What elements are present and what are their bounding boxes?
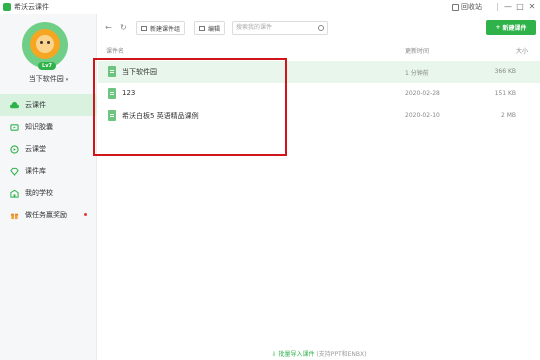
lion-eye [40, 41, 43, 44]
plus-icon: + [495, 24, 501, 31]
search-input[interactable]: 搜索我的课件 [232, 21, 328, 35]
sidebar: Lv7 当下软件园 ▾ 云课件 知识胶囊 云课堂 课件库 我的学校 做任务赢奖励 [0, 14, 97, 360]
search-placeholder: 搜索我的课件 [236, 24, 273, 31]
sidebar-item-label: 云课件 [25, 101, 46, 109]
file-size: 366 KB [494, 68, 516, 75]
new-folder-button[interactable]: 新建课件组 [136, 21, 186, 35]
sidebar-item-tasks-rewards[interactable]: 做任务赢奖励 [0, 204, 97, 226]
app-title: 希沃云课件 [14, 3, 49, 11]
chevron-down-icon: ▾ [65, 77, 69, 83]
level-badge: Lv7 [38, 62, 56, 70]
sidebar-item-label: 做任务赢奖励 [25, 211, 67, 219]
file-updated: 2020-02-28 [405, 90, 440, 97]
search-icon[interactable] [318, 25, 324, 31]
sidebar-item-label: 我的学校 [25, 189, 53, 197]
back-button[interactable]: ← [105, 23, 112, 32]
trash-icon [452, 3, 459, 11]
bulk-import-label: 批量导入课件 [278, 351, 315, 358]
new-courseware-label: 新建课件 [502, 25, 527, 32]
app-logo-icon [3, 3, 11, 11]
file-updated: 1 分钟前 [405, 70, 429, 77]
sidebar-nav: 云课件 知识胶囊 云课堂 课件库 我的学校 做任务赢奖励 [0, 94, 97, 226]
annotation-highlight-box [93, 58, 287, 156]
sidebar-item-label: 课件库 [25, 167, 46, 175]
sidebar-item-label: 知识胶囊 [25, 123, 53, 131]
edit-label: 编辑 [208, 25, 221, 33]
recycle-bin-button[interactable]: 回收站 [452, 2, 482, 12]
edit-icon [199, 25, 205, 31]
close-button[interactable]: ✕ [526, 1, 538, 12]
notification-dot [84, 213, 87, 216]
diamond-icon [10, 167, 19, 176]
sidebar-item-cloud-courseware[interactable]: 云课件 [0, 94, 97, 116]
file-size: 2 MB [500, 112, 516, 119]
gift-icon [10, 213, 19, 219]
minimize-button[interactable]: — [502, 1, 514, 12]
title-bar: 希沃云课件 回收站 — □ ✕ [0, 0, 540, 14]
file-size: 151 KB [494, 90, 516, 97]
sidebar-item-cloud-classroom[interactable]: 云课堂 [0, 138, 97, 160]
username-dropdown[interactable]: 当下软件园 ▾ [0, 74, 97, 84]
edit-button[interactable]: 编辑 [194, 21, 226, 35]
school-icon [10, 189, 19, 198]
play-circle-icon [10, 144, 19, 154]
recycle-bin-label: 回收站 [461, 3, 482, 11]
new-courseware-button[interactable]: + 新建课件 [486, 20, 536, 35]
capsule-icon [10, 123, 19, 131]
username-label: 当下软件园 [28, 75, 64, 83]
sidebar-item-label: 云课堂 [25, 145, 46, 153]
toolbar: ← ↻ 新建课件组 编辑 搜索我的课件 + 新建课件 [98, 20, 540, 36]
new-folder-label: 新建课件组 [150, 25, 181, 33]
refresh-button[interactable]: ↻ [120, 23, 127, 32]
folder-plus-icon [141, 25, 147, 31]
cloud-icon [10, 101, 19, 108]
column-header-size[interactable]: 大小 [516, 46, 528, 55]
sidebar-item-knowledge-capsule[interactable]: 知识胶囊 [0, 116, 97, 138]
maximize-button[interactable]: □ [514, 1, 526, 12]
lion-eye [47, 41, 50, 44]
bulk-import-link[interactable]: ⇩ 批量导入课件 (支持PPT和ENBX) [98, 349, 540, 358]
column-header-updated[interactable]: 更新时间 [405, 46, 429, 55]
import-icon: ⇩ [271, 351, 277, 358]
column-header-name[interactable]: 课件名 [106, 46, 124, 55]
sidebar-item-my-school[interactable]: 我的学校 [0, 182, 97, 204]
titlebar-divider [497, 3, 498, 11]
list-header: 课件名 更新时间 大小 [104, 44, 536, 56]
sidebar-item-courseware-library[interactable]: 课件库 [0, 160, 97, 182]
lion-face [36, 35, 54, 53]
file-updated: 2020-02-10 [405, 112, 440, 119]
bulk-import-note: (支持PPT和ENBX) [316, 351, 367, 358]
